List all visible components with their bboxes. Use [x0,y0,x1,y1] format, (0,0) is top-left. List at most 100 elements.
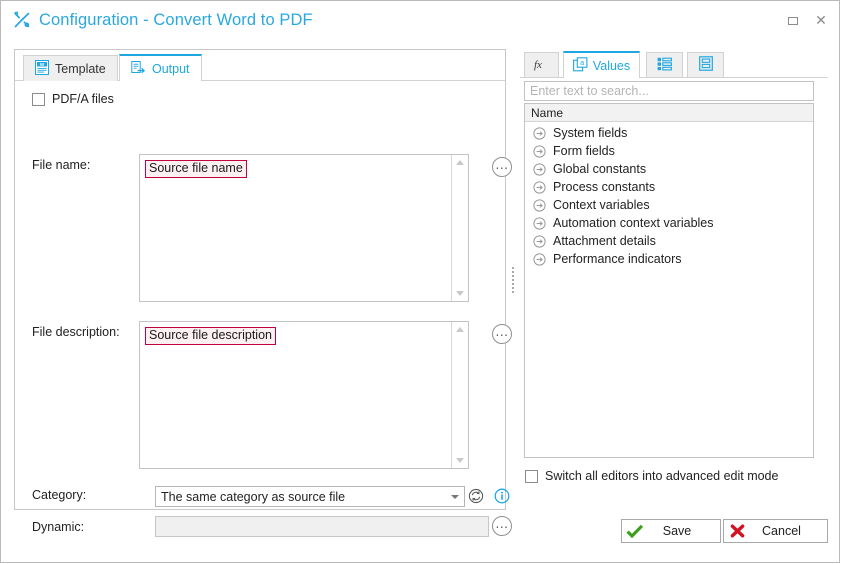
tree-item-form-fields[interactable]: Form fields [525,142,813,160]
tab-output-label: Output [152,61,190,76]
list-items-icon [657,57,672,74]
close-icon: ✕ [815,13,827,29]
function-fx-icon: fx [533,57,550,74]
word-document-icon: W [35,59,49,78]
left-panel: W Template Output PDF/A files File name:… [14,49,512,537]
tab-values[interactable]: a Values [563,51,640,78]
values-tree: Name System fields Form fields Global co… [524,103,814,458]
dynamic-more-button[interactable]: ... [492,516,512,536]
tree-item-label: Attachment details [553,234,656,248]
arrow-circle-icon[interactable] [533,198,546,212]
refresh-icon[interactable] [467,487,485,505]
file-name-label: File name: [32,158,91,172]
window-controls: ✕ [785,13,829,29]
advanced-edit-checkbox-row[interactable]: Switch all editors into advanced edit mo… [525,469,778,483]
tree-item-list: System fields Form fields Global constan… [525,122,813,268]
file-description-editor[interactable]: Source file description [139,321,469,469]
svg-text:fx: fx [534,59,542,71]
advanced-edit-checkbox[interactable] [525,469,538,483]
file-name-token[interactable]: Source file name [145,160,247,178]
category-label: Category: [32,488,87,502]
pdfa-checkbox[interactable] [32,92,45,106]
category-value: The same category as source file [161,489,346,504]
save-button-label: Save [662,524,692,538]
window-content: W Template Output PDF/A files File name:… [1,39,839,562]
tree-item-system-fields[interactable]: System fields [525,124,813,142]
advanced-edit-checkbox-label: Switch all editors into advanced edit mo… [545,469,779,483]
tab-template[interactable]: W Template [23,55,118,81]
tree-column-header-name[interactable]: Name [525,104,813,122]
tree-item-label: Form fields [553,144,615,158]
save-button[interactable]: Save [621,519,721,543]
tab-template-label: Template [55,61,106,76]
file-name-editor-content[interactable]: Source file name [140,155,451,301]
scroll-down-icon[interactable] [456,291,464,296]
file-description-editor-content[interactable]: Source file description [140,322,451,468]
left-tabstrip: W Template Output [15,50,505,82]
window-title: Configuration - Convert Word to PDF [39,10,313,29]
arrow-circle-icon[interactable] [533,180,546,194]
tab-form[interactable] [687,52,724,77]
output-tab-page: PDF/A files File name: Source file name … [15,81,512,537]
arrow-circle-icon[interactable] [533,216,546,230]
scroll-up-icon[interactable] [456,160,464,165]
configuration-window: Configuration - Convert Word to PDF ✕ W … [0,0,840,563]
tree-item-label: Global constants [553,162,647,176]
right-panel: fx a Values Enter text to search... Name… [520,49,828,510]
tree-item-context-variables[interactable]: Context variables [525,196,813,214]
tree-item-performance-indicators[interactable]: Performance indicators [525,250,813,268]
scroll-up-icon[interactable] [456,327,464,332]
tab-list[interactable] [646,52,683,77]
tree-item-label: Process constants [553,180,656,194]
restore-icon [788,17,798,25]
arrow-circle-icon[interactable] [533,234,546,248]
title-bar: Configuration - Convert Word to PDF ✕ [1,1,839,39]
arrow-circle-icon[interactable] [533,252,546,266]
file-description-scrollbar[interactable] [451,322,468,468]
tab-values-label: Values [592,58,631,73]
chevron-down-icon[interactable] [446,494,464,499]
tree-item-process-constants[interactable]: Process constants [525,178,813,196]
ellipsis-icon: ... [495,324,509,339]
dynamic-input [155,516,489,537]
pdf-export-icon [131,60,146,78]
pdfa-checkbox-row[interactable]: PDF/A files [32,92,114,106]
cancel-button-label: Cancel [762,524,801,538]
tools-icon [12,10,32,30]
arrow-circle-icon[interactable] [533,126,546,140]
tree-item-attachment-details[interactable]: Attachment details [525,232,813,250]
tree-item-label: Performance indicators [553,252,682,266]
arrow-circle-icon[interactable] [533,162,546,176]
panel-splitter[interactable] [509,49,517,510]
scroll-down-icon[interactable] [456,458,464,463]
svg-text:a: a [580,58,584,67]
splitter-grip-icon [512,266,514,293]
file-name-editor[interactable]: Source file name [139,154,469,302]
search-placeholder: Enter text to search... [530,84,649,98]
tab-functions[interactable]: fx [524,52,559,77]
ellipsis-icon: ... [495,516,509,531]
tab-output[interactable]: Output [119,54,202,82]
file-description-label: File description: [32,325,120,339]
values-a-icon: a [572,56,588,75]
red-x-icon [724,523,750,539]
file-description-token[interactable]: Source file description [145,327,276,345]
green-check-icon [622,524,648,539]
category-select[interactable]: The same category as source file [155,486,465,507]
tree-item-global-constants[interactable]: Global constants [525,160,813,178]
close-button[interactable]: ✕ [813,13,829,29]
svg-text:W: W [40,62,45,67]
tree-item-label: Context variables [553,198,650,212]
tree-item-label: Automation context variables [553,216,714,230]
file-name-scrollbar[interactable] [451,155,468,301]
search-input[interactable]: Enter text to search... [524,81,814,101]
ellipsis-icon: ... [495,157,509,172]
restore-button[interactable] [785,13,801,29]
right-tabstrip: fx a Values [520,49,828,78]
tree-item-automation-context-variables[interactable]: Automation context variables [525,214,813,232]
dynamic-label: Dynamic: [32,520,85,534]
tree-item-label: System fields [553,126,628,140]
cancel-button[interactable]: Cancel [723,519,828,543]
arrow-circle-icon[interactable] [533,144,546,158]
pdfa-checkbox-label: PDF/A files [52,92,114,106]
